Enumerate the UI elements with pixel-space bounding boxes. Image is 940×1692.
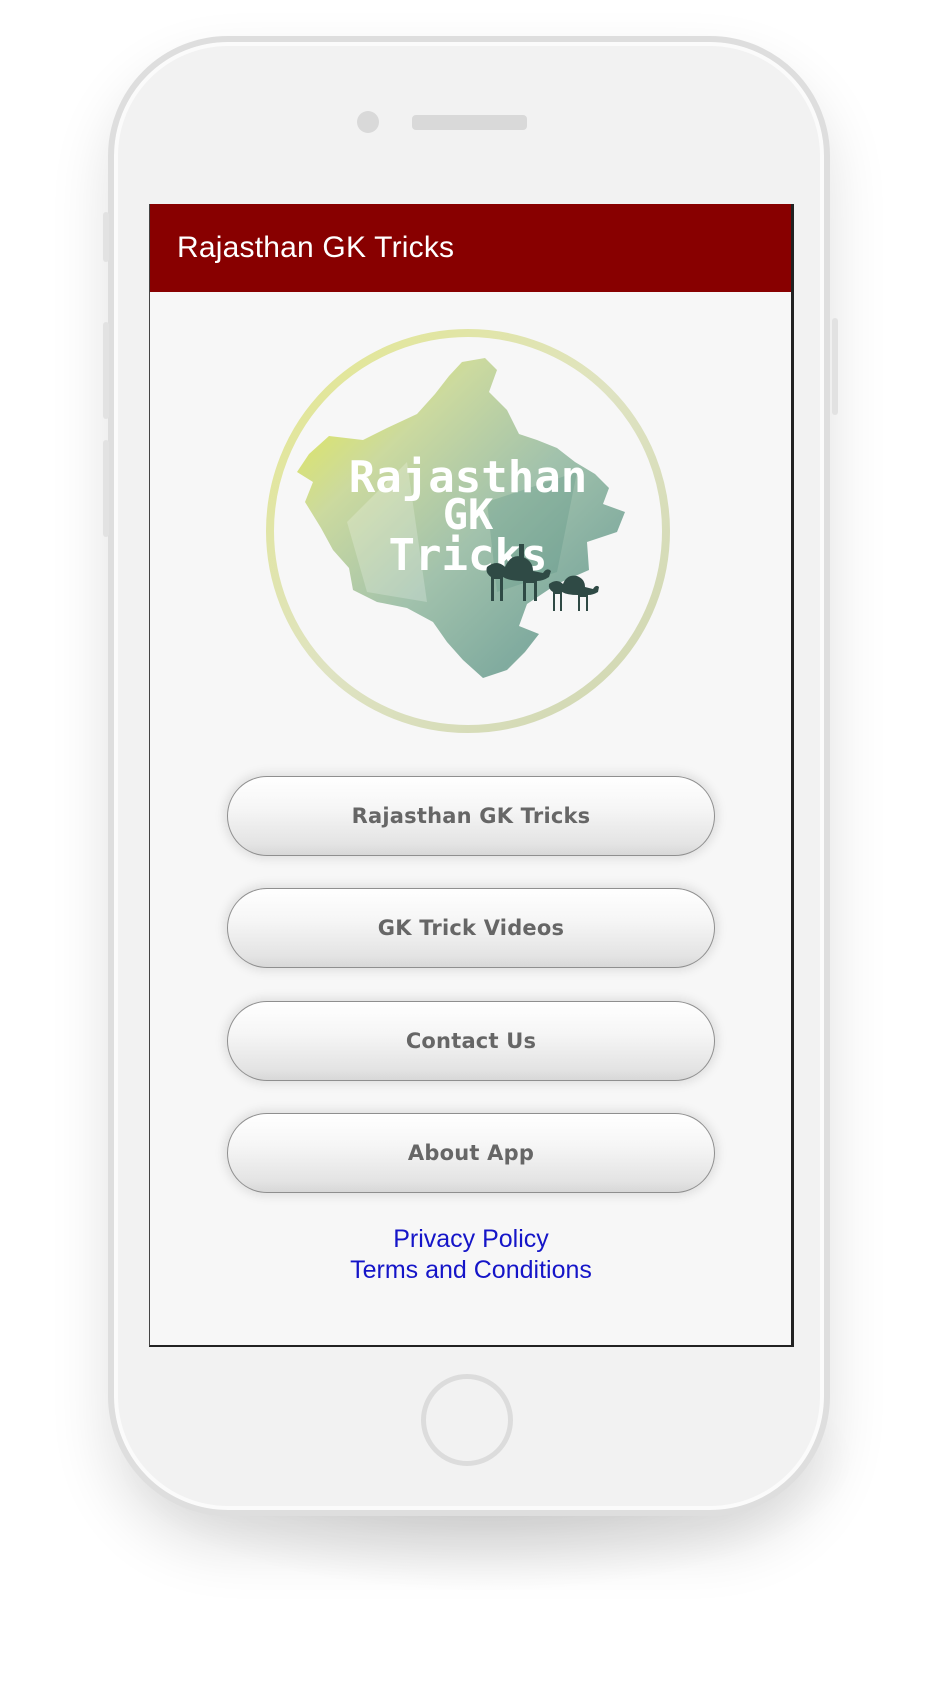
volume-down-button (103, 440, 109, 537)
app-screen: Rajasthan GK Tricks Rajasthan GK Tricks … (149, 204, 794, 1347)
home-button[interactable] (421, 1374, 513, 1466)
app-bar: Rajasthan GK Tricks (150, 204, 791, 292)
mockup-stage: Rajasthan GK Tricks Rajasthan GK Tricks … (0, 0, 940, 1692)
about-app-button[interactable]: About App (227, 1113, 715, 1193)
contact-us-button[interactable]: Contact Us (227, 1001, 715, 1081)
app-logo: Rajasthan GK Tricks (257, 322, 680, 736)
button-label: About App (407, 1141, 535, 1165)
button-label: Rajasthan GK Tricks (351, 804, 591, 828)
gk-trick-videos-button[interactable]: GK Trick Videos (227, 888, 715, 968)
rider-silhouette-icon (519, 544, 524, 558)
rajasthan-gk-tricks-button[interactable]: Rajasthan GK Tricks (227, 776, 715, 856)
volume-up-button (103, 322, 109, 419)
terms-and-conditions-link[interactable]: Terms and Conditions (150, 1255, 791, 1286)
button-label: Contact Us (405, 1029, 537, 1053)
privacy-policy-link[interactable]: Privacy Policy (150, 1224, 791, 1255)
earpiece-speaker (412, 115, 527, 130)
rajasthan-map-logo-graphic: Rajasthan GK Tricks (266, 329, 670, 733)
mute-switch (103, 212, 109, 262)
front-camera (357, 111, 379, 133)
button-label: GK Trick Videos (377, 916, 565, 940)
power-button (832, 318, 838, 415)
footer-links: Privacy Policy Terms and Conditions (150, 1224, 791, 1286)
app-bar-title: Rajasthan GK Tricks (177, 231, 455, 264)
